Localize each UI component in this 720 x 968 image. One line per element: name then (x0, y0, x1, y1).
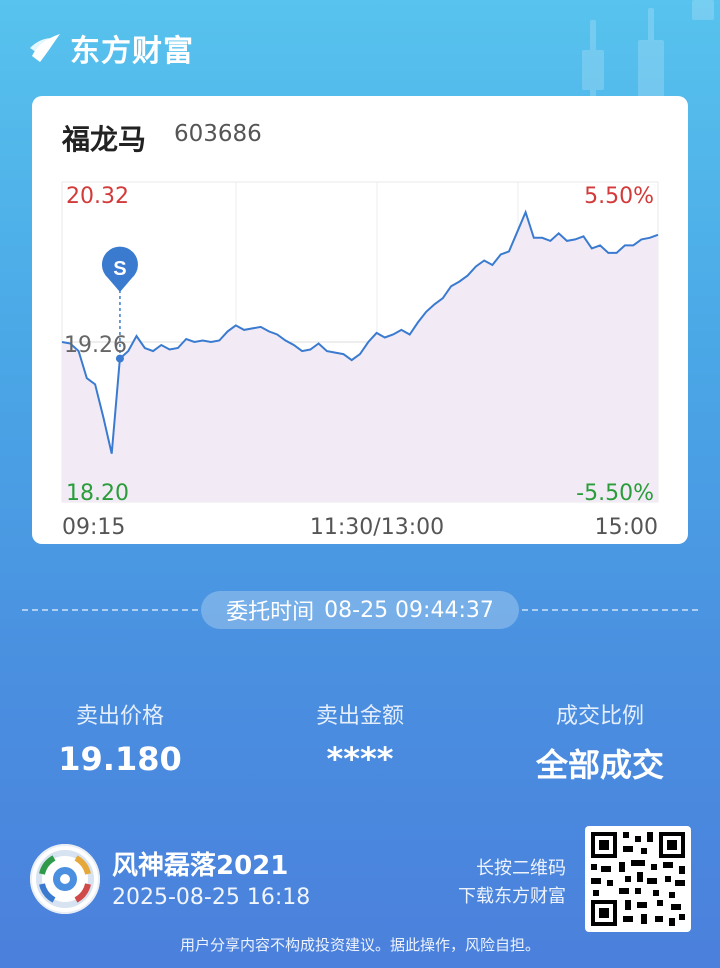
divider-right (522, 609, 698, 611)
intraday-price-chart: S 20.32 19.26 18.20 5.50% -5.50% 09:15 1… (61, 181, 659, 540)
order-time-pill: 委托时间 08-25 09:44:37 (201, 591, 519, 629)
chart-area-fill (62, 212, 658, 502)
qr-hint-line2: 下载东方财富 (458, 886, 566, 907)
stat-value: 全部成交 (535, 746, 664, 784)
stat-label: 卖出金额 (315, 704, 404, 729)
y-axis-mid-price: 19.26 (64, 333, 127, 358)
brand-name: 东方财富 (70, 34, 194, 69)
stat-value: **** (326, 740, 394, 778)
soccer-ball-avatar-icon (30, 844, 100, 914)
stat-fill-ratio: 成交比例 全部成交 (490, 698, 710, 786)
user-name: 风神磊落2021 (112, 851, 289, 881)
share-timestamp: 2025-08-25 16:18 (112, 885, 311, 910)
eastmoney-logo-icon (30, 34, 60, 62)
order-time-value: 08-25 09:44:37 (324, 597, 494, 623)
stat-value: 19.180 (58, 740, 182, 778)
stock-chart-card: 福龙马 603686 S 20.32 19.26 18.20 5.50% -5.… (32, 96, 688, 544)
brand-header: 东方财富 (28, 26, 194, 70)
disclaimer-text: 用户分享内容不构成投资建议。据此操作，风险自担。 (179, 936, 540, 954)
qr-hint: 长按二维码 下载东方财富 (458, 855, 566, 911)
qr-hint-line1: 长按二维码 (476, 858, 566, 879)
qr-code-graphic (591, 832, 685, 926)
sell-marker-pin: S (101, 246, 138, 292)
x-axis-end-label: 15:00 (595, 515, 658, 540)
stat-label: 成交比例 (555, 704, 644, 729)
stat-label: 卖出价格 (75, 704, 164, 729)
x-axis-start-label: 09:15 (62, 515, 125, 540)
stat-sell-price: 卖出价格 19.180 (10, 698, 230, 778)
y-axis-top-price: 20.32 (66, 184, 129, 209)
order-time-label: 委托时间 (226, 600, 315, 625)
stat-sell-amount: 卖出金额 **** (250, 698, 470, 778)
qr-code-icon[interactable] (585, 826, 691, 932)
y-axis-top-percent: 5.50% (584, 184, 654, 209)
y-axis-bottom-price: 18.20 (66, 481, 129, 506)
sell-marker-label: S (113, 258, 126, 280)
x-axis-mid-label: 11:30/13:00 (310, 515, 444, 540)
user-avatar[interactable] (30, 844, 100, 914)
y-axis-bottom-percent: -5.50% (576, 481, 654, 506)
divider-left (22, 609, 198, 611)
